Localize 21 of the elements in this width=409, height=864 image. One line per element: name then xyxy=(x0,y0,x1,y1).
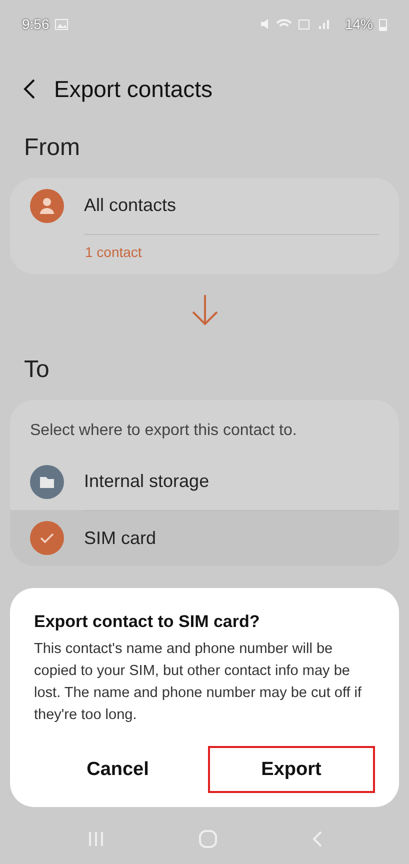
battery-percent: 14% xyxy=(344,16,373,32)
section-heading: To xyxy=(23,356,50,384)
recent-apps-icon[interactable] xyxy=(86,830,104,848)
dialog-button[interactable]: Cancel xyxy=(34,746,202,793)
image-icon xyxy=(55,18,68,30)
dialog-button[interactable]: Export xyxy=(208,746,375,793)
dialog-message: This contact's name and phone number will be copied to your SIM, but other contact info may be lost. The name and phone number may be cut off if they're too long. xyxy=(34,640,363,725)
down-arrow-icon xyxy=(190,294,220,326)
destination-label: SIM card xyxy=(84,526,158,550)
home-icon[interactable] xyxy=(198,829,218,849)
person-icon xyxy=(30,189,64,223)
battery-icon xyxy=(379,18,387,30)
destination-option[interactable]: SIM card xyxy=(10,510,399,566)
status-time: 9:56 xyxy=(22,16,50,32)
screen-title: Export contacts xyxy=(54,76,213,102)
source-label[interactable]: All contacts xyxy=(84,178,379,234)
destination-prompt: Select where to export this contact to. xyxy=(29,421,298,441)
section-heading: From xyxy=(23,134,81,162)
contact-count: 1 contact xyxy=(84,243,143,262)
dialog-title: Export contact to SIM card? xyxy=(34,612,261,632)
back-icon[interactable] xyxy=(22,78,36,100)
